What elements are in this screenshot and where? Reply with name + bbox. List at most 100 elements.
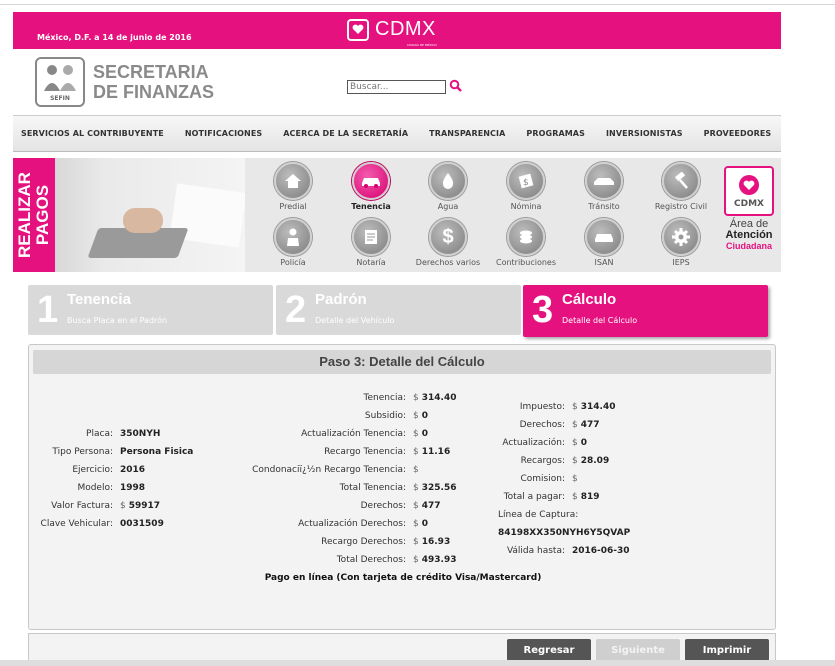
- label-modelo: Modelo:: [77, 483, 113, 493]
- nav-inversionistas[interactable]: INVERSIONISTAS: [606, 129, 683, 138]
- pay-ieps[interactable]: IEPS: [641, 218, 721, 267]
- value-condonacion-recargo: $: [413, 465, 419, 475]
- label-actualizacion: Actualización:: [502, 438, 565, 448]
- pay-transito[interactable]: Tránsito: [564, 162, 644, 211]
- label-subsidio: Subsidio:: [364, 411, 406, 421]
- value-subsidio: $0: [413, 411, 428, 421]
- print-button[interactable]: Imprimir: [685, 639, 769, 661]
- value-total-derechos: $493.93: [413, 555, 457, 565]
- label-ejercicio: Ejercicio:: [72, 465, 113, 475]
- value-summary-derechos: $477: [572, 420, 600, 430]
- pay-online-link[interactable]: Pago en línea (Con tarjeta de crédito Vi…: [29, 573, 777, 583]
- cdmx-logo[interactable]: CDMX: [347, 18, 436, 41]
- panel-heading: Paso 3: Detalle del Cálculo: [33, 350, 771, 374]
- next-button[interactable]: Siguiente: [596, 639, 680, 661]
- heart-icon: [739, 175, 759, 195]
- bottom-scroll-edge: [0, 660, 835, 666]
- top-bar: México, D.F. a 14 de junio de 2016 CDMX …: [13, 12, 781, 49]
- new-car-icon: [585, 218, 623, 256]
- value-recargo-derechos: $16.93: [413, 537, 451, 547]
- search-input[interactable]: [347, 80, 446, 94]
- car-icon: [352, 162, 390, 200]
- label-placa: Placa:: [86, 429, 113, 439]
- top-divider: [0, 4, 835, 5]
- people-icon: [44, 65, 76, 91]
- back-button[interactable]: Regresar: [507, 639, 591, 661]
- label-total-derechos: Total Derechos:: [336, 555, 406, 565]
- atencion-ciudadana[interactable]: CDMX Área de Atención Ciudadana: [717, 166, 781, 266]
- pay-nomina[interactable]: $ Nómina: [486, 162, 566, 211]
- house-icon: [274, 162, 312, 200]
- value-placa: 350NYH: [120, 429, 161, 439]
- current-date: México, D.F. a 14 de junio de 2016: [37, 33, 192, 42]
- step-wizard: 1 Tenencia Busca Placa en el Padrón 2 Pa…: [28, 285, 768, 337]
- value-modelo: 1998: [120, 483, 146, 493]
- traffic-icon: [585, 162, 623, 200]
- title-line-2: DE FINANZAS: [93, 82, 214, 102]
- value-recargos: $28.09: [572, 456, 610, 466]
- svg-text:$: $: [523, 178, 529, 188]
- banner-label-band: REALIZAR PAGOS: [13, 158, 55, 272]
- label-linea-captura: Línea de Captura:: [498, 510, 579, 520]
- nav-servicios[interactable]: SERVICIOS AL CONTRIBUYENTE: [21, 129, 164, 138]
- pay-predial[interactable]: Predial: [253, 162, 333, 211]
- value-recargo-tenencia: $11.16: [413, 447, 451, 457]
- label-total-pagar: Total a pagar:: [503, 492, 565, 502]
- cdmx-brand: CDMX: [375, 18, 436, 40]
- label-tipo-persona: Tipo Persona:: [52, 447, 113, 457]
- pay-registro-civil[interactable]: Registro Civil: [641, 162, 721, 211]
- pay-agua[interactable]: Agua: [408, 162, 488, 211]
- payment-options: Predial Tenencia Agua $ Nómina Tránsito …: [253, 162, 713, 272]
- label-recargos: Recargos:: [520, 456, 565, 466]
- coins-icon: [507, 218, 545, 256]
- value-derechos: $477: [413, 501, 441, 511]
- cdmx-subtitle: CIUDAD DE MÉXICO: [407, 43, 437, 47]
- value-clave-vehicular: 0031509: [120, 519, 164, 529]
- label-condonacion-recargo: Condonaciï¿½n Recargo Tenencia:: [252, 465, 406, 475]
- payments-band: REALIZAR PAGOS Predial Tenencia Agua $ N…: [13, 158, 781, 272]
- step-calculo[interactable]: 3 Cálculo Detalle del Cálculo: [523, 285, 768, 337]
- notary-icon: [352, 218, 390, 256]
- label-derechos: Derechos:: [360, 501, 406, 511]
- search-icon[interactable]: [449, 78, 463, 97]
- payroll-icon: $: [507, 162, 545, 200]
- calculation-detail-panel: Paso 3: Detalle del Cálculo Placa: 350NY…: [28, 344, 776, 630]
- site-header: SEFIN SECRETARIA DE FINANZAS: [13, 50, 781, 114]
- step-padron[interactable]: 2 Padrón Detalle del Vehículo: [276, 285, 521, 335]
- value-impuesto: $314.40: [572, 402, 616, 412]
- banner-line-2: PAGOS: [33, 184, 52, 246]
- nav-proveedores[interactable]: PROVEEDORES: [704, 129, 772, 138]
- gear-icon: [662, 218, 700, 256]
- pay-derechos-varios[interactable]: $ Derechos varios: [408, 218, 488, 267]
- realizar-pagos-banner: REALIZAR PAGOS: [13, 158, 245, 272]
- pay-notaria[interactable]: Notaría: [331, 218, 411, 267]
- atencion-logo: CDMX: [724, 166, 774, 216]
- label-comision: Comision:: [520, 474, 566, 484]
- label-clave-vehicular: Clave Vehicular:: [40, 519, 113, 529]
- label-valida-hasta: Válida hasta:: [506, 546, 565, 556]
- value-valor-factura: $59917: [120, 501, 161, 511]
- pay-policia[interactable]: Policía: [253, 218, 333, 267]
- pay-contribuciones[interactable]: Contribuciones: [486, 218, 566, 267]
- value-comision: $: [572, 474, 578, 484]
- pay-isan[interactable]: ISAN: [564, 218, 644, 267]
- dollar-icon: $: [429, 218, 467, 256]
- value-valida-hasta: 2016-06-30: [572, 546, 630, 556]
- nav-transparencia[interactable]: TRANSPARENCIA: [429, 129, 505, 138]
- step-tenencia[interactable]: 1 Tenencia Busca Placa en el Padrón: [28, 285, 273, 335]
- label-recargo-tenencia: Recargo Tenencia:: [324, 447, 406, 457]
- value-actualizacion-tenencia: $0: [413, 429, 428, 439]
- value-actualizacion: $0: [572, 438, 587, 448]
- value-linea-captura: 84198XX350NYH6Y5QVAP: [498, 528, 631, 538]
- banner-line-1: REALIZAR: [15, 172, 34, 258]
- pay-tenencia[interactable]: Tenencia: [331, 162, 411, 211]
- sefin-logo[interactable]: SEFIN: [35, 57, 85, 107]
- nav-notificaciones[interactable]: NOTIFICACIONES: [185, 129, 262, 138]
- value-tenencia: $314.40: [413, 393, 457, 403]
- police-icon: [274, 218, 312, 256]
- main-nav: SERVICIOS AL CONTRIBUYENTE NOTIFICACIONE…: [13, 115, 781, 152]
- nav-programas[interactable]: PROGRAMAS: [526, 129, 585, 138]
- secretaria-title[interactable]: SECRETARIA DE FINANZAS: [93, 62, 214, 102]
- hand-image: [123, 208, 163, 233]
- nav-acerca[interactable]: ACERCA DE LA SECRETARÍA: [283, 129, 408, 138]
